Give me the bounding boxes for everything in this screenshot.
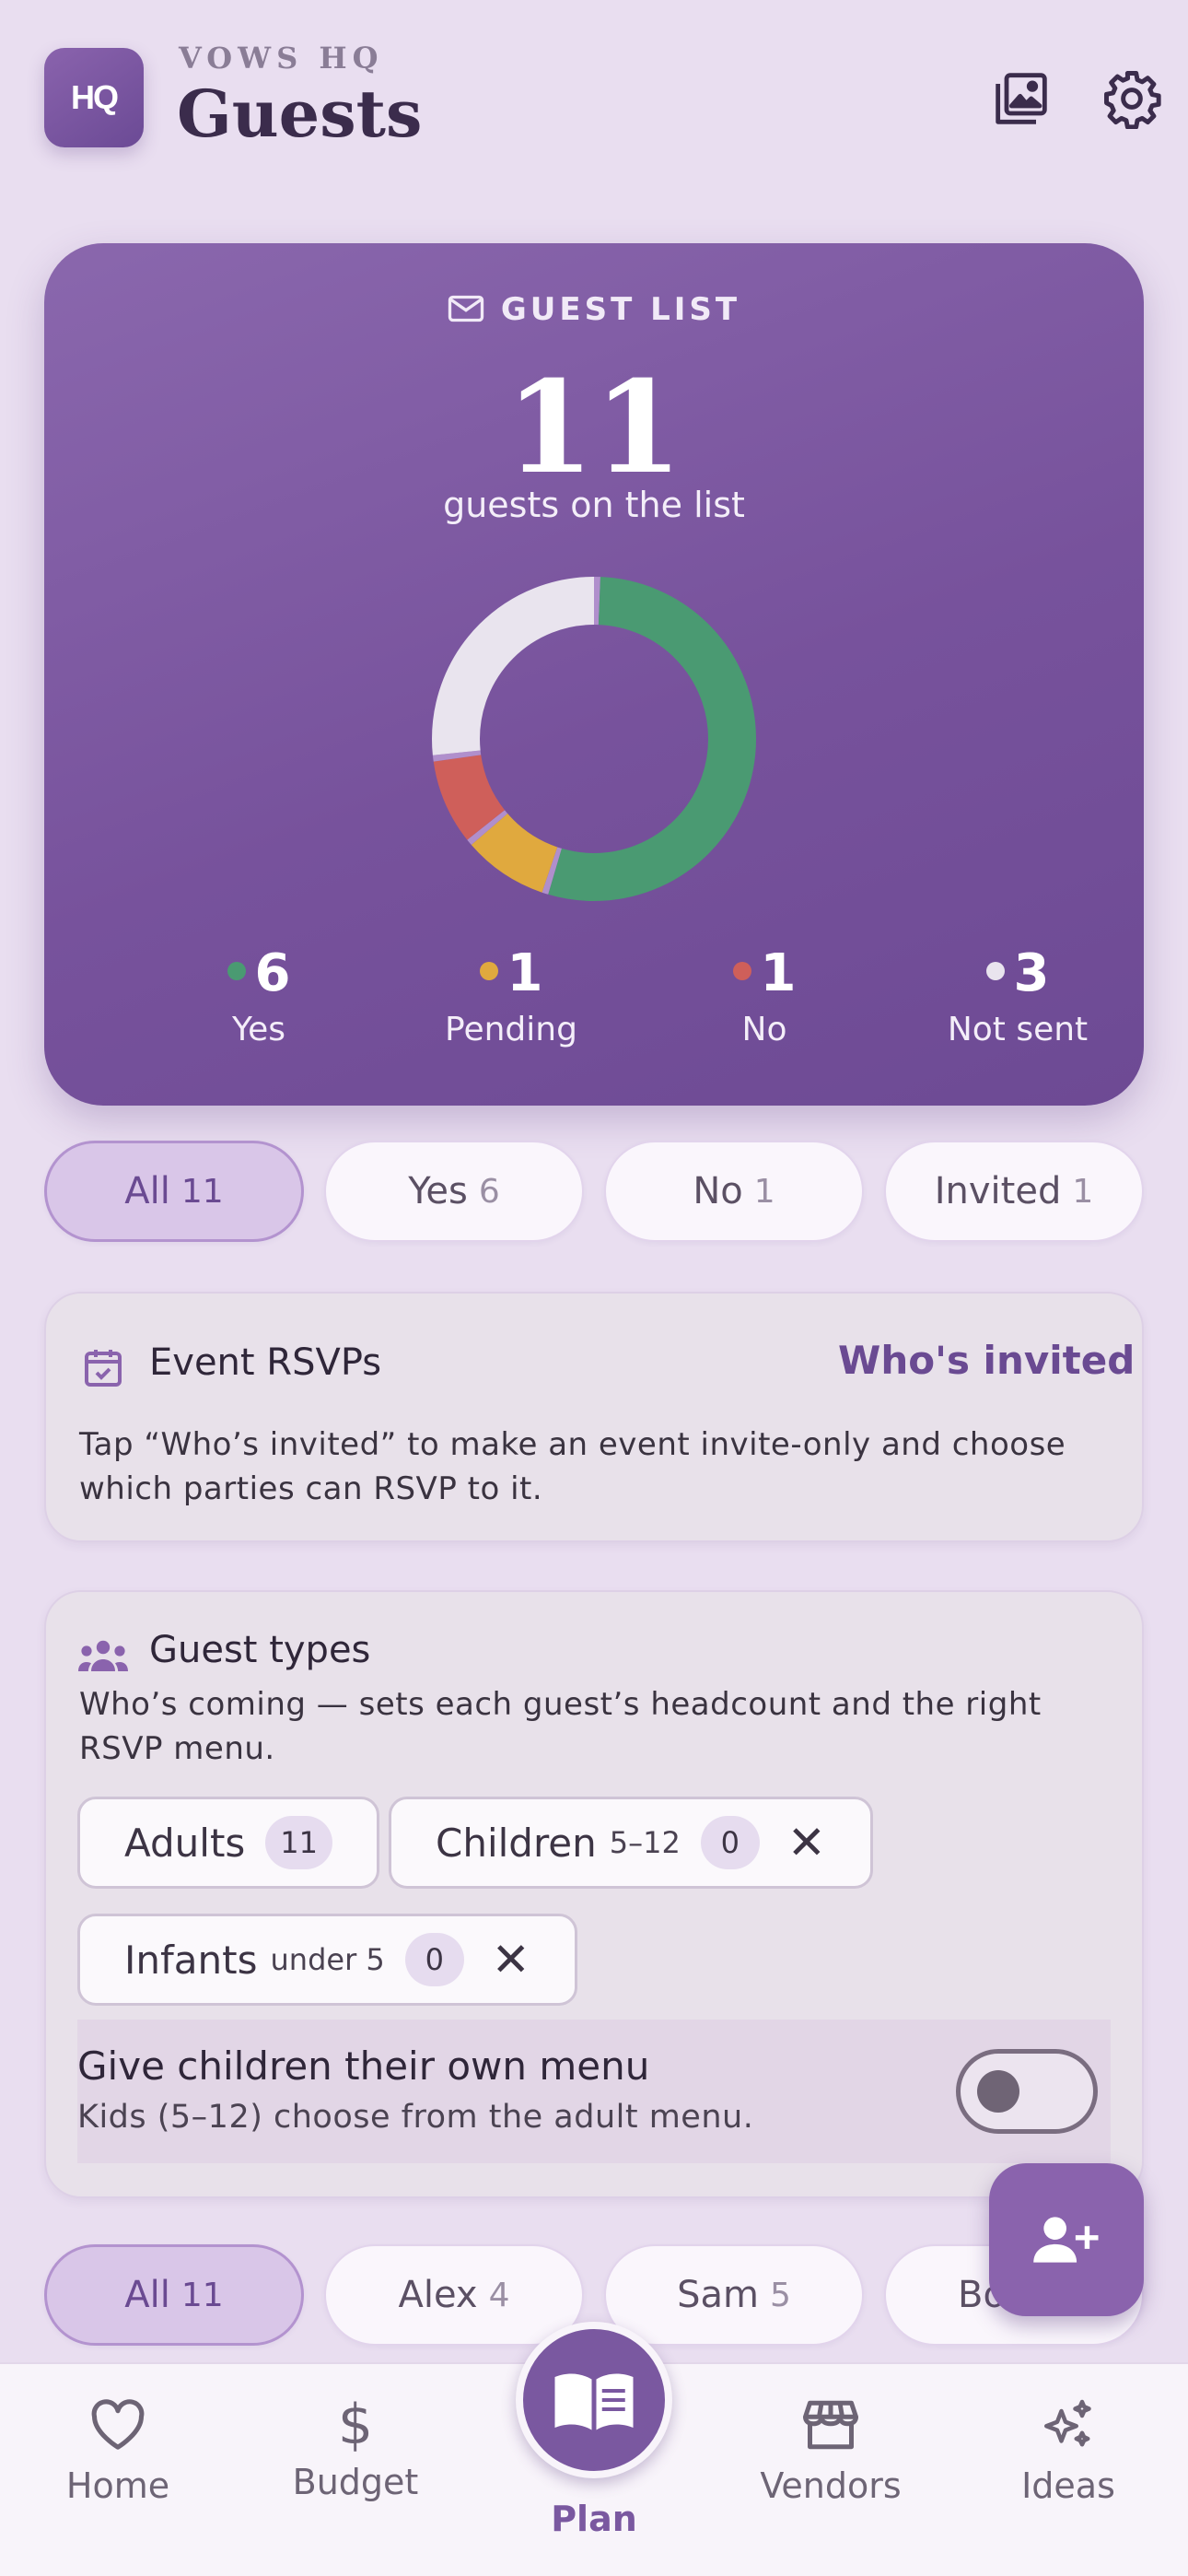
children-menu-subtitle: Kids (5–12) choose from the adult menu. [77, 2099, 754, 2136]
remove-icon[interactable]: ✕ [492, 1937, 530, 1983]
guest-type-infants[interactable]: Infants under 5 0 ✕ [77, 1914, 577, 2006]
stat-value: 6 [254, 943, 291, 1003]
filter-chip-all[interactable]: All 11 [44, 1141, 304, 1242]
stat-dot [227, 961, 246, 980]
sparkles-icon [1044, 2399, 1091, 2447]
chip-label: Sam [677, 2274, 759, 2316]
chip-label: No [693, 1170, 743, 1212]
nav-label: Ideas [1021, 2465, 1115, 2506]
chip-count: 5 [769, 2276, 791, 2314]
guest-type-count: 0 [404, 1933, 464, 1986]
event-rsvps-title: Event RSVPs [149, 1341, 382, 1384]
guest-types-description: Who’s coming — sets each guest’s headcou… [79, 1686, 1042, 1767]
party-chip-alex[interactable]: Alex 4 [324, 2244, 584, 2346]
nav-label: Budget [292, 2462, 419, 2502]
whos-invited-link[interactable]: Who's invited [838, 1338, 1135, 1383]
event-rsvps-card: Event RSVPs Who's invited Tap “Who’s inv… [44, 1292, 1144, 1542]
filter-chip-no[interactable]: No 1 [604, 1141, 864, 1242]
heart-icon [91, 2399, 145, 2450]
page-title: Guests [177, 76, 423, 152]
chip-label: All [124, 1170, 170, 1212]
stat-value: 3 [1013, 943, 1050, 1003]
nav-ideas[interactable]: Ideas [976, 2399, 1160, 2506]
guest-type-count: 11 [265, 1816, 333, 1869]
guest-count-subtitle: guests on the list [443, 485, 745, 525]
nav-label: Vendors [760, 2465, 902, 2506]
chip-count: 4 [488, 2276, 510, 2314]
storefront-icon [803, 2400, 858, 2450]
stat-label: No [741, 1011, 787, 1048]
gear-icon[interactable] [1100, 66, 1164, 131]
stat-dot [479, 961, 498, 980]
dollar-icon: $ [337, 2393, 374, 2457]
guest-list-label-row: GUEST LIST [44, 291, 1144, 328]
stat-label: Yes [231, 1011, 286, 1048]
guest-count: 11 [505, 352, 683, 502]
guest-types-title: Guest types [149, 1629, 371, 1671]
guest-type-range: 5–12 [609, 1825, 681, 1860]
chip-label: Yes [408, 1170, 468, 1212]
guest-type-label: Children [436, 1820, 597, 1866]
stat-no: 1 No [645, 943, 884, 1048]
nav-label: Home [65, 2465, 170, 2506]
filter-chip-yes[interactable]: Yes 6 [324, 1141, 584, 1242]
event-rsvps-description: Tap “Who’s invited” to make an event inv… [79, 1426, 1066, 1507]
chip-count: 1 [1072, 1172, 1094, 1211]
nav-budget[interactable]: $ Budget [263, 2393, 448, 2502]
children-menu-title: Give children their own menu [77, 2043, 650, 2089]
rsvp-donut-chart [432, 577, 756, 901]
party-chip-all[interactable]: All 11 [44, 2244, 304, 2346]
guest-list-summary-card: GUEST LIST 11 guests on the list 6 Yes 1… [44, 243, 1144, 1106]
guest-type-adults[interactable]: Adults 11 [77, 1797, 380, 1889]
mail-icon [448, 295, 484, 322]
stat-label: Not sent [947, 1011, 1089, 1048]
gallery-icon[interactable] [989, 66, 1054, 131]
app-logo: HQ [44, 48, 144, 147]
remove-icon[interactable]: ✕ [787, 1820, 826, 1866]
stat-yes: 6 Yes [139, 943, 379, 1048]
guest-type-label: Infants [124, 1937, 258, 1983]
stat-value: 1 [507, 943, 543, 1003]
chip-count: 1 [753, 1172, 775, 1211]
guest-type-label: Adults [124, 1820, 246, 1866]
add-guest-button[interactable] [989, 2163, 1144, 2316]
guest-list-label: GUEST LIST [500, 291, 741, 328]
nav-home[interactable]: Home [26, 2399, 210, 2506]
chip-count: 11 [181, 2276, 224, 2314]
add-person-icon [1033, 2217, 1099, 2263]
party-chip-sam[interactable]: Sam 5 [604, 2244, 864, 2346]
children-menu-toggle[interactable] [956, 2049, 1098, 2134]
people-group-icon [78, 1640, 128, 1671]
guest-type-range: under 5 [270, 1942, 385, 1977]
toggle-knob [977, 2070, 1019, 2113]
nav-plan-label: Plan [551, 2499, 637, 2539]
filter-chip-invited[interactable]: Invited 1 [884, 1141, 1144, 1242]
stat-label: Pending [445, 1011, 577, 1048]
nav-vendors[interactable]: Vendors [739, 2399, 923, 2506]
guest-type-children[interactable]: Children 5–12 0 ✕ [389, 1797, 873, 1889]
chip-count: 6 [478, 1172, 500, 1211]
guest-type-count: 0 [700, 1816, 760, 1869]
stat-pending: 1 Pending [391, 943, 631, 1048]
stat-dot [732, 961, 751, 980]
chip-label: Alex [398, 2274, 478, 2316]
nav-plan-button[interactable] [516, 2322, 672, 2478]
chip-count: 11 [181, 1172, 224, 1211]
brand-name: VOWS HQ [179, 41, 384, 76]
chip-label: All [124, 2274, 170, 2316]
stat-not-sent: 3 Not sent [898, 943, 1137, 1048]
stat-dot [985, 961, 1005, 980]
calendar-check-icon [85, 1350, 122, 1387]
chip-label: Invited [934, 1170, 1062, 1212]
open-book-icon [554, 2373, 634, 2430]
stat-value: 1 [760, 943, 797, 1003]
